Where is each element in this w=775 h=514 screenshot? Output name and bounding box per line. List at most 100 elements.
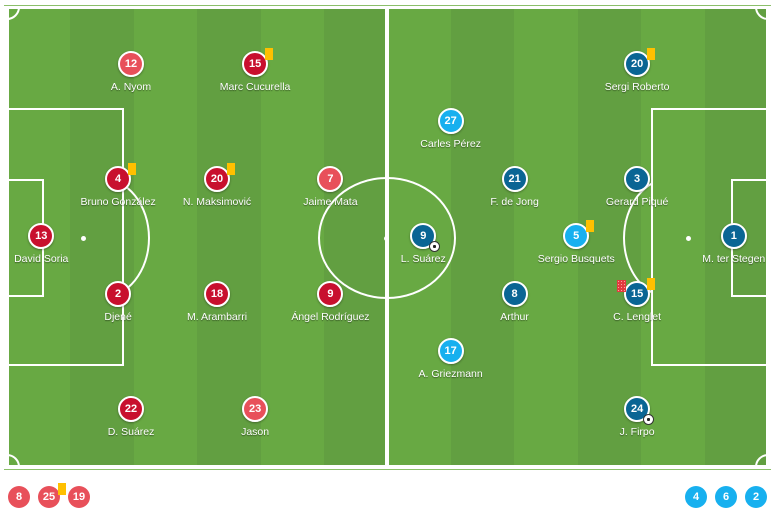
away-player[interactable]: 1 M. ter Stegen <box>674 223 768 265</box>
player-name: M. ter Stegen <box>702 253 766 265</box>
shirt-number-badge: 20 <box>204 162 236 192</box>
shirt-number-badge: 27 <box>437 108 464 134</box>
shirt-number-badge: 2 <box>745 486 767 508</box>
home-player[interactable]: 18 M. Arambarri <box>157 280 277 323</box>
away-substitute[interactable]: 2 <box>745 486 767 508</box>
yellow-card-icon <box>265 47 274 60</box>
top-rule <box>4 5 771 6</box>
shirt-number-badge: 2 <box>105 280 132 307</box>
shirt-number: 9 <box>327 287 334 300</box>
bottom-rule <box>4 469 771 470</box>
goal-ball-icon <box>643 413 655 425</box>
shirt-number-badge: 7 <box>317 165 344 192</box>
shirt-number: 2 <box>115 287 122 300</box>
player-name: Arthur <box>500 310 529 323</box>
shirt-number: 17 <box>444 345 457 357</box>
yellow-card-icon <box>586 220 595 232</box>
player-name: Jason <box>241 425 270 438</box>
home-substitute[interactable]: 8 <box>8 486 30 508</box>
away-substitute[interactable]: 6 <box>715 486 737 508</box>
shirt-number-badge: 21 <box>501 165 528 192</box>
player-name: David Soria <box>14 253 69 265</box>
shirt-number: 12 <box>124 57 138 70</box>
shirt-number: 15 <box>248 57 262 70</box>
yellow-card-icon <box>227 162 236 175</box>
shirt-number: 6 <box>722 491 730 503</box>
shirt-number: 25 <box>42 491 56 503</box>
player-name: C. Lenglet <box>613 310 662 323</box>
shirt-number: 15 <box>630 287 644 300</box>
shirt-number-badge: 12 <box>118 50 145 77</box>
away-player[interactable]: 9 L. Suárez <box>363 223 483 265</box>
home-substitute[interactable]: 19 <box>68 486 90 508</box>
away-substitute[interactable]: 4 <box>685 486 707 508</box>
yellow-card-icon <box>58 483 66 495</box>
shirt-number: 8 <box>511 287 518 300</box>
shirt-number-badge: 19 <box>68 486 90 508</box>
yellow-card-icon <box>647 47 656 60</box>
away-player[interactable]: 24 J. Firpo <box>577 395 697 438</box>
player-name: F. de Jong <box>490 195 539 208</box>
player-name: N. Maksimović <box>182 195 252 208</box>
shirt-number: 21 <box>508 172 521 185</box>
player-name: Sergi Roberto <box>604 80 670 93</box>
home-player[interactable]: 20 N. Maksimović <box>157 162 277 208</box>
shirt-number: 1 <box>730 230 737 242</box>
player-name: J. Firpo <box>619 425 655 438</box>
player-name: A. Griezmann <box>418 368 483 380</box>
shirt-number-badge: 8 <box>8 486 30 508</box>
player-name: Gerard Piqué <box>605 195 669 208</box>
shirt-number-badge: 4 <box>685 486 707 508</box>
shirt-number-badge: 5 <box>563 220 595 249</box>
shirt-number-badge: 15 <box>617 277 656 307</box>
shirt-number: 4 <box>115 172 122 185</box>
shirt-number: 2 <box>752 491 760 503</box>
home-player[interactable]: 22 D. Suárez <box>71 395 191 438</box>
shirt-number-badge: 9 <box>410 223 441 252</box>
shirt-number-badge: 6 <box>715 486 737 508</box>
player-name: A. Nyom <box>110 80 152 93</box>
player-name: Sergio Busquets <box>537 253 615 265</box>
home-player[interactable]: 7 Jaime Mata <box>270 165 390 208</box>
shirt-number: 24 <box>630 402 644 415</box>
home-player[interactable]: 9 Ángel Rodríguez <box>270 280 390 323</box>
player-name: Ángel Rodríguez <box>291 310 370 323</box>
shirt-number: 9 <box>420 230 427 242</box>
shirt-number-badge: 13 <box>28 223 55 249</box>
away-player[interactable]: 27 Carles Pérez <box>391 108 511 150</box>
pitch-area: 13 David Soria 12 A. Nyom 4 Bruno González 2 Dj… <box>0 0 775 475</box>
away-player[interactable]: 21 F. de Jong <box>455 165 575 208</box>
shirt-number-badge: 15 <box>242 47 274 77</box>
home-player[interactable]: 12 A. Nyom <box>71 50 191 93</box>
away-player[interactable]: 17 A. Griezmann <box>391 338 511 380</box>
shirt-number-badge: 23 <box>242 395 269 422</box>
shirt-number-badge: 22 <box>118 395 145 422</box>
shirt-number-badge: 24 <box>624 395 655 425</box>
shirt-number-badge: 20 <box>624 47 656 77</box>
shirt-number: 27 <box>444 115 457 127</box>
away-player[interactable]: 8 Arthur <box>455 280 575 323</box>
away-player[interactable]: 20 Sergi Roberto <box>577 47 697 93</box>
shirt-number: 18 <box>210 287 224 300</box>
yellow-card-icon <box>647 277 656 290</box>
away-player[interactable]: 15 C. Lenglet <box>577 277 697 323</box>
shirt-number-badge: 9 <box>317 280 344 307</box>
shirt-number: 8 <box>15 491 23 503</box>
home-player[interactable]: 13 David Soria <box>7 223 101 265</box>
shirt-number: 3 <box>634 172 641 185</box>
player-name: Carles Pérez <box>420 138 481 150</box>
shirt-number: 4 <box>692 491 700 503</box>
home-player[interactable]: 23 Jason <box>195 395 315 438</box>
home-bench: 8 25 19 <box>8 483 90 508</box>
football-pitch: 13 David Soria 12 A. Nyom 4 Bruno González 2 Dj… <box>7 7 768 467</box>
away-player[interactable]: 3 Gerard Piqué <box>577 165 697 208</box>
shirt-number: 19 <box>72 491 86 503</box>
shirt-number-badge: 8 <box>501 280 528 307</box>
away-player[interactable]: 5 Sergio Busquets <box>516 220 636 265</box>
player-name: L. Suárez <box>400 253 446 265</box>
shirt-number: 20 <box>630 57 644 70</box>
home-substitute[interactable]: 25 <box>38 483 66 508</box>
shirt-number: 7 <box>327 172 334 185</box>
shirt-number-badge: 4 <box>105 162 137 192</box>
home-player[interactable]: 15 Marc Cucurella <box>195 47 315 93</box>
